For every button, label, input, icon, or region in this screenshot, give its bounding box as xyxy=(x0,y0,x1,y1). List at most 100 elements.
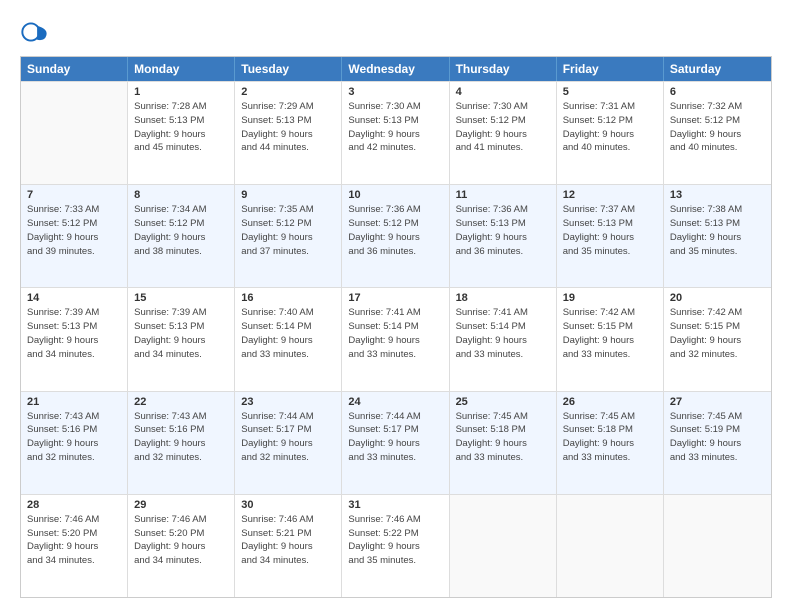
day-info: Sunrise: 7:34 AM Sunset: 5:12 PM Dayligh… xyxy=(134,203,228,258)
header-day-friday: Friday xyxy=(557,57,664,81)
calendar-header: SundayMondayTuesdayWednesdayThursdayFrid… xyxy=(21,57,771,81)
day-info: Sunrise: 7:36 AM Sunset: 5:13 PM Dayligh… xyxy=(456,203,550,258)
day-cell-13: 13Sunrise: 7:38 AM Sunset: 5:13 PM Dayli… xyxy=(664,185,771,287)
day-cell-21: 21 Sunrise: 7:43 AM Sunset: 5:16 PM Dayli… xyxy=(21,392,128,494)
day-number: 28 xyxy=(27,499,121,511)
empty-cell xyxy=(450,495,557,597)
logo-icon xyxy=(20,18,48,46)
day-info: Sunrise: 7:46 AM Sunset: 5:20 PM Dayligh… xyxy=(27,513,121,568)
day-info: Sunrise: 7:44 AM Sunset: 5:17 PM Dayligh… xyxy=(241,410,335,465)
day-number: 16 xyxy=(241,292,335,304)
day-cell-20: 20Sunrise: 7:42 AM Sunset: 5:15 PM Dayli… xyxy=(664,288,771,390)
empty-cell xyxy=(557,495,664,597)
day-number: 25 xyxy=(456,396,550,408)
day-cell-24: 24Sunrise: 7:44 AM Sunset: 5:17 PM Dayli… xyxy=(342,392,449,494)
day-number: 22 xyxy=(134,396,228,408)
day-info: Sunrise: 7:45 AM Sunset: 5:19 PM Dayligh… xyxy=(670,410,765,465)
day-cell-27: 27 Sunrise: 7:45 AM Sunset: 5:19 PM Dayli… xyxy=(664,392,771,494)
day-info: Sunrise: 7:39 AM Sunset: 5:13 PM Dayligh… xyxy=(27,306,121,361)
day-cell-15: 15 Sunrise: 7:39 AM Sunset: 5:13 PM Dayli… xyxy=(128,288,235,390)
day-info: Sunrise: 7:39 AM Sunset: 5:13 PM Dayligh… xyxy=(134,306,228,361)
day-number: 4 xyxy=(456,86,550,98)
day-cell-28: 28 Sunrise: 7:46 AM Sunset: 5:20 PM Dayli… xyxy=(21,495,128,597)
day-number: 21 xyxy=(27,396,121,408)
day-cell-19: 19Sunrise: 7:42 AM Sunset: 5:15 PM Dayli… xyxy=(557,288,664,390)
day-cell-5: 5 Sunrise: 7:31 AM Sunset: 5:12 PM Daylig… xyxy=(557,82,664,184)
day-info: Sunrise: 7:35 AM Sunset: 5:12 PM Dayligh… xyxy=(241,203,335,258)
day-info: Sunrise: 7:29 AM Sunset: 5:13 PM Dayligh… xyxy=(241,100,335,155)
day-number: 23 xyxy=(241,396,335,408)
header xyxy=(20,18,772,46)
day-number: 14 xyxy=(27,292,121,304)
day-info: Sunrise: 7:30 AM Sunset: 5:13 PM Dayligh… xyxy=(348,100,442,155)
day-cell-31: 31Sunrise: 7:46 AM Sunset: 5:22 PM Dayli… xyxy=(342,495,449,597)
day-number: 27 xyxy=(670,396,765,408)
day-cell-8: 8Sunrise: 7:34 AM Sunset: 5:12 PM Daylig… xyxy=(128,185,235,287)
header-day-sunday: Sunday xyxy=(21,57,128,81)
day-info: Sunrise: 7:41 AM Sunset: 5:14 PM Dayligh… xyxy=(456,306,550,361)
day-info: Sunrise: 7:32 AM Sunset: 5:12 PM Dayligh… xyxy=(670,100,765,155)
day-cell-26: 26Sunrise: 7:45 AM Sunset: 5:18 PM Dayli… xyxy=(557,392,664,494)
logo xyxy=(20,18,52,46)
day-cell-9: 9 Sunrise: 7:35 AM Sunset: 5:12 PM Daylig… xyxy=(235,185,342,287)
day-number: 29 xyxy=(134,499,228,511)
day-number: 7 xyxy=(27,189,121,201)
day-cell-7: 7 Sunrise: 7:33 AM Sunset: 5:12 PM Daylig… xyxy=(21,185,128,287)
calendar-row-2: 7 Sunrise: 7:33 AM Sunset: 5:12 PM Daylig… xyxy=(21,184,771,287)
day-info: Sunrise: 7:44 AM Sunset: 5:17 PM Dayligh… xyxy=(348,410,442,465)
day-number: 31 xyxy=(348,499,442,511)
day-info: Sunrise: 7:45 AM Sunset: 5:18 PM Dayligh… xyxy=(563,410,657,465)
day-info: Sunrise: 7:42 AM Sunset: 5:15 PM Dayligh… xyxy=(563,306,657,361)
day-cell-6: 6 Sunrise: 7:32 AM Sunset: 5:12 PM Daylig… xyxy=(664,82,771,184)
calendar-row-3: 14 Sunrise: 7:39 AM Sunset: 5:13 PM Dayli… xyxy=(21,287,771,390)
header-day-monday: Monday xyxy=(128,57,235,81)
day-cell-2: 2 Sunrise: 7:29 AM Sunset: 5:13 PM Daylig… xyxy=(235,82,342,184)
day-cell-29: 29 Sunrise: 7:46 AM Sunset: 5:20 PM Dayli… xyxy=(128,495,235,597)
day-info: Sunrise: 7:41 AM Sunset: 5:14 PM Dayligh… xyxy=(348,306,442,361)
day-info: Sunrise: 7:31 AM Sunset: 5:12 PM Dayligh… xyxy=(563,100,657,155)
day-number: 9 xyxy=(241,189,335,201)
day-info: Sunrise: 7:37 AM Sunset: 5:13 PM Dayligh… xyxy=(563,203,657,258)
day-info: Sunrise: 7:46 AM Sunset: 5:20 PM Dayligh… xyxy=(134,513,228,568)
day-number: 15 xyxy=(134,292,228,304)
header-day-saturday: Saturday xyxy=(664,57,771,81)
day-cell-12: 12Sunrise: 7:37 AM Sunset: 5:13 PM Dayli… xyxy=(557,185,664,287)
day-number: 2 xyxy=(241,86,335,98)
day-info: Sunrise: 7:36 AM Sunset: 5:12 PM Dayligh… xyxy=(348,203,442,258)
day-info: Sunrise: 7:33 AM Sunset: 5:12 PM Dayligh… xyxy=(27,203,121,258)
day-info: Sunrise: 7:46 AM Sunset: 5:21 PM Dayligh… xyxy=(241,513,335,568)
calendar-row-1: 1 Sunrise: 7:28 AM Sunset: 5:13 PM Daylig… xyxy=(21,81,771,184)
day-number: 13 xyxy=(670,189,765,201)
day-info: Sunrise: 7:45 AM Sunset: 5:18 PM Dayligh… xyxy=(456,410,550,465)
day-info: Sunrise: 7:30 AM Sunset: 5:12 PM Dayligh… xyxy=(456,100,550,155)
day-cell-16: 16 Sunrise: 7:40 AM Sunset: 5:14 PM Dayli… xyxy=(235,288,342,390)
day-info: Sunrise: 7:43 AM Sunset: 5:16 PM Dayligh… xyxy=(134,410,228,465)
day-number: 6 xyxy=(670,86,765,98)
day-cell-22: 22 Sunrise: 7:43 AM Sunset: 5:16 PM Dayli… xyxy=(128,392,235,494)
header-day-wednesday: Wednesday xyxy=(342,57,449,81)
day-cell-14: 14 Sunrise: 7:39 AM Sunset: 5:13 PM Dayli… xyxy=(21,288,128,390)
day-cell-10: 10 Sunrise: 7:36 AM Sunset: 5:12 PM Dayli… xyxy=(342,185,449,287)
calendar-body: 1 Sunrise: 7:28 AM Sunset: 5:13 PM Daylig… xyxy=(21,81,771,597)
day-cell-4: 4 Sunrise: 7:30 AM Sunset: 5:12 PM Daylig… xyxy=(450,82,557,184)
day-number: 3 xyxy=(348,86,442,98)
calendar-row-5: 28 Sunrise: 7:46 AM Sunset: 5:20 PM Dayli… xyxy=(21,494,771,597)
day-info: Sunrise: 7:28 AM Sunset: 5:13 PM Dayligh… xyxy=(134,100,228,155)
day-number: 10 xyxy=(348,189,442,201)
header-day-tuesday: Tuesday xyxy=(235,57,342,81)
day-number: 20 xyxy=(670,292,765,304)
day-cell-3: 3 Sunrise: 7:30 AM Sunset: 5:13 PM Daylig… xyxy=(342,82,449,184)
day-number: 18 xyxy=(456,292,550,304)
day-number: 1 xyxy=(134,86,228,98)
day-cell-17: 17 Sunrise: 7:41 AM Sunset: 5:14 PM Dayli… xyxy=(342,288,449,390)
day-number: 11 xyxy=(456,189,550,201)
day-cell-1: 1 Sunrise: 7:28 AM Sunset: 5:13 PM Daylig… xyxy=(128,82,235,184)
day-number: 17 xyxy=(348,292,442,304)
day-cell-23: 23 Sunrise: 7:44 AM Sunset: 5:17 PM Dayli… xyxy=(235,392,342,494)
day-number: 5 xyxy=(563,86,657,98)
day-info: Sunrise: 7:40 AM Sunset: 5:14 PM Dayligh… xyxy=(241,306,335,361)
calendar: SundayMondayTuesdayWednesdayThursdayFrid… xyxy=(20,56,772,598)
calendar-row-4: 21 Sunrise: 7:43 AM Sunset: 5:16 PM Dayli… xyxy=(21,391,771,494)
day-number: 30 xyxy=(241,499,335,511)
day-info: Sunrise: 7:43 AM Sunset: 5:16 PM Dayligh… xyxy=(27,410,121,465)
